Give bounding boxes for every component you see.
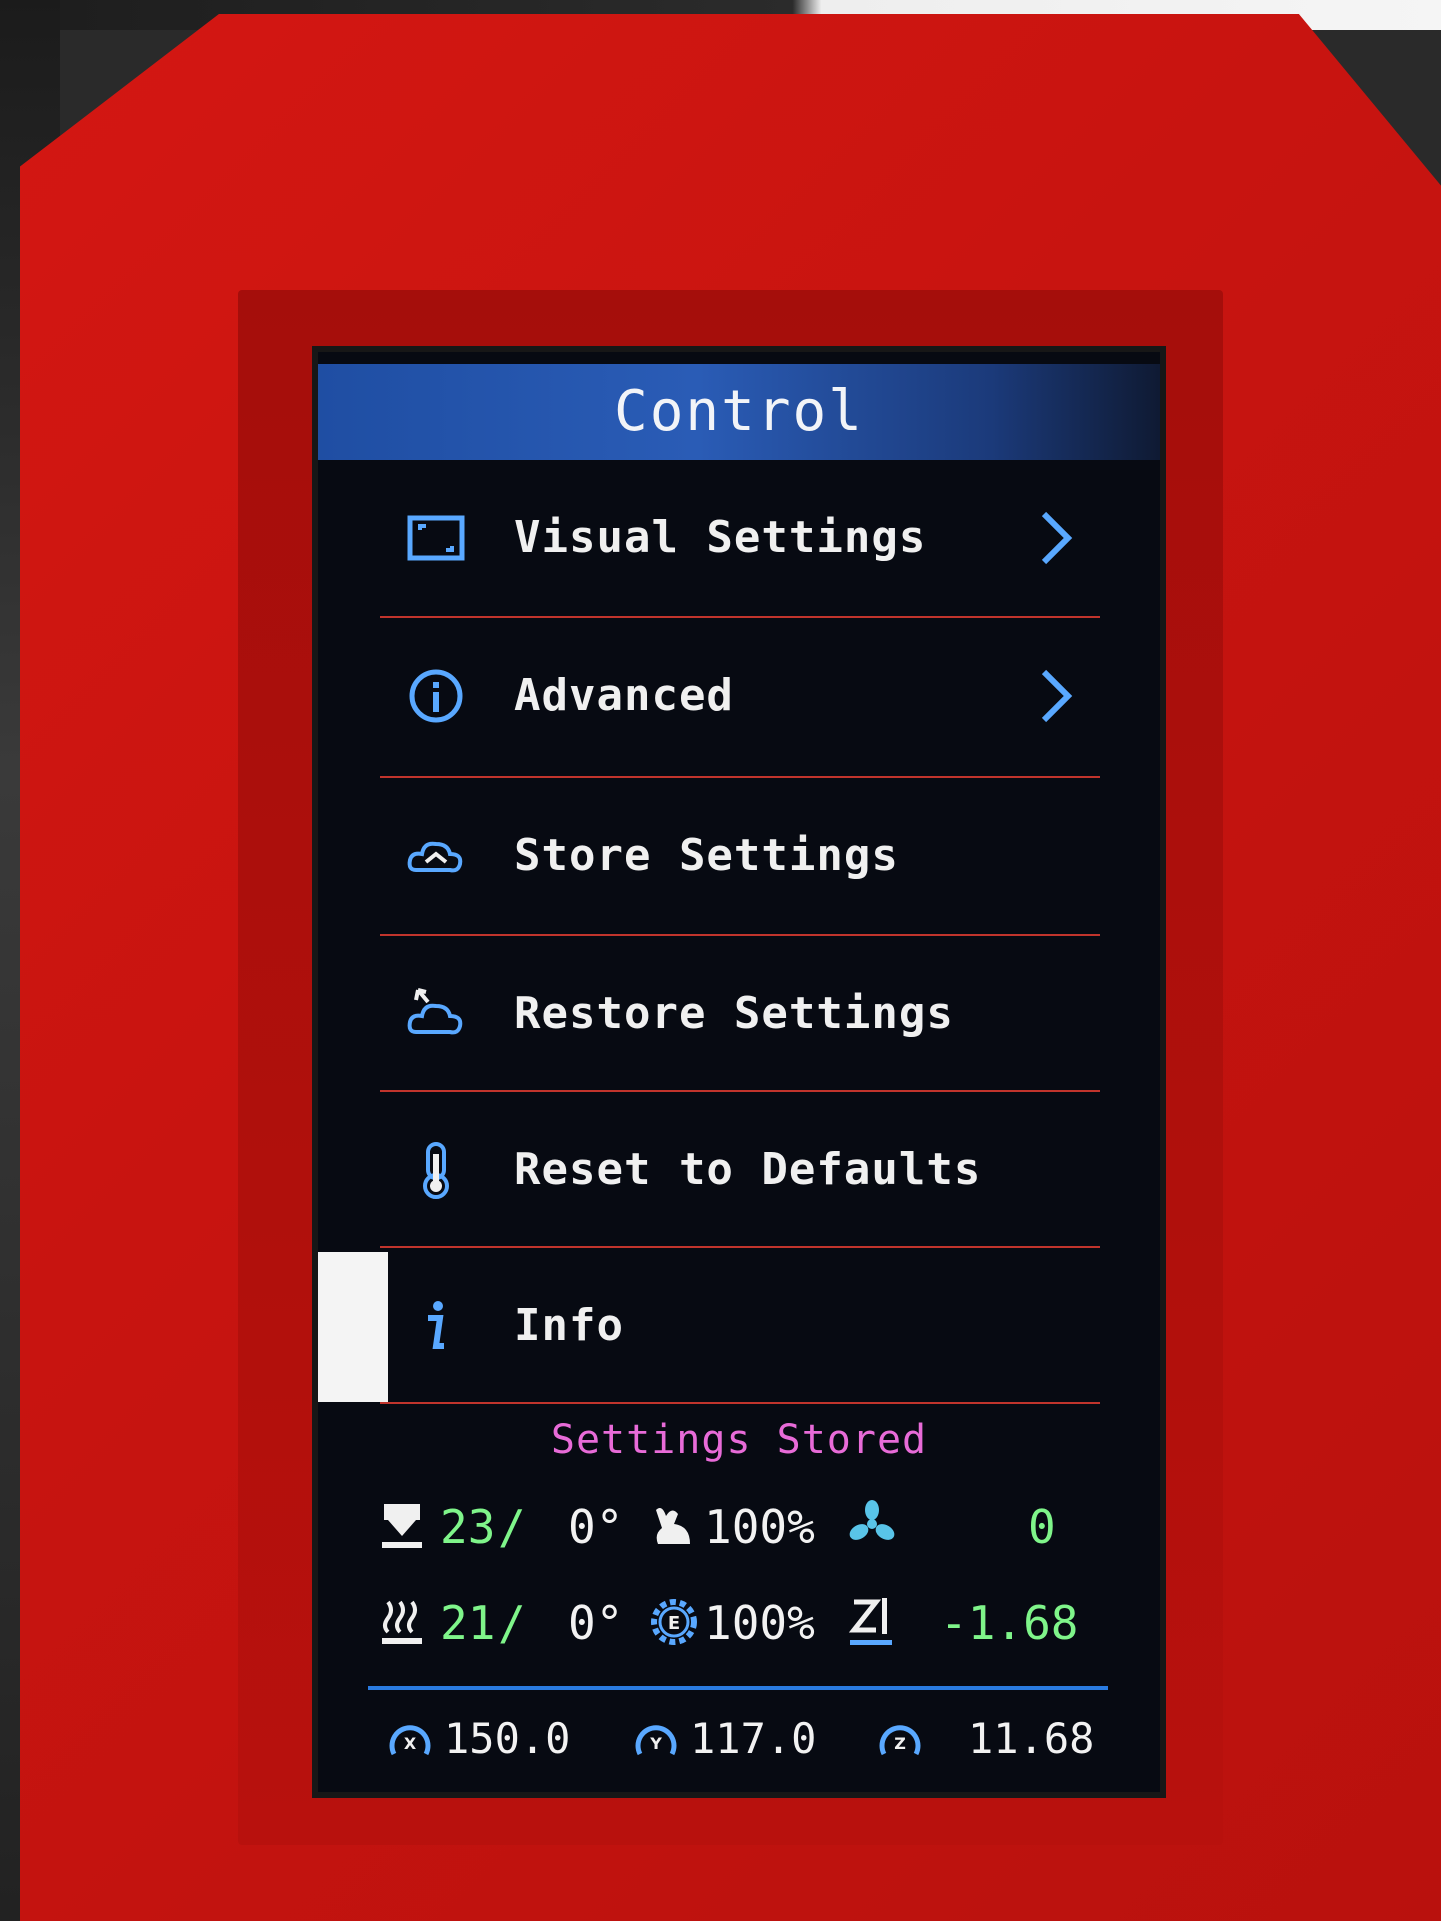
z-axis-icon: Z <box>878 1720 922 1764</box>
rabbit-speed-icon <box>648 1500 696 1556</box>
svg-text:E: E <box>668 1613 680 1634</box>
flow-value: 100% <box>704 1596 815 1650</box>
svg-text:X: X <box>404 1734 417 1753</box>
menu-item-reset-to-defaults[interactable]: Reset to Defaults <box>318 1092 1160 1247</box>
hotend-icon <box>380 1502 424 1554</box>
title-bar: Control <box>318 364 1160 460</box>
bed-target: 0° <box>568 1596 624 1650</box>
z-position: 11.68 <box>968 1714 1095 1763</box>
x-position: 150.0 <box>444 1714 571 1763</box>
temp-separator: / <box>498 1500 526 1554</box>
bed-temp: 21 <box>440 1596 496 1650</box>
info-icon <box>406 1296 466 1356</box>
svg-text:Z: Z <box>894 1734 906 1753</box>
flow-gear-icon: E <box>648 1596 700 1652</box>
chevron-right-icon <box>1036 668 1076 724</box>
menu-item-label: Reset to Defaults <box>514 1144 982 1195</box>
lcd-screen: Control Visual Settings Advanced Store S… <box>318 352 1160 1792</box>
feedrate-value: 100% <box>704 1500 815 1554</box>
z-offset-icon <box>848 1596 896 1652</box>
cloud-restore-icon <box>406 984 466 1044</box>
menu-item-advanced[interactable]: Advanced <box>318 618 1160 773</box>
bed-heat-icon <box>380 1598 424 1650</box>
hotend-temp: 23 <box>440 1500 496 1554</box>
menu-divider <box>380 1402 1100 1404</box>
menu-item-restore-settings[interactable]: Restore Settings <box>318 936 1160 1091</box>
menu-item-label: Advanced <box>514 670 734 721</box>
z-offset-value: -1.68 <box>940 1596 1079 1650</box>
fan-speed: 0 <box>1028 1500 1056 1554</box>
menu-item-label: Store Settings <box>514 830 899 881</box>
status-divider <box>368 1686 1108 1690</box>
thermometer-icon <box>406 1140 466 1200</box>
temp-separator: / <box>498 1596 526 1650</box>
y-position: 117.0 <box>690 1714 817 1763</box>
display-icon <box>406 508 466 568</box>
chevron-right-icon <box>1036 510 1076 566</box>
cloud-store-icon <box>406 826 466 886</box>
x-axis-icon: X <box>388 1720 432 1764</box>
status-message: Settings Stored <box>550 1417 928 1463</box>
svg-text:Y: Y <box>649 1734 662 1753</box>
menu-item-store-settings[interactable]: Store Settings <box>318 778 1160 933</box>
menu-item-visual-settings[interactable]: Visual Settings <box>318 460 1160 615</box>
y-axis-icon: Y <box>634 1720 678 1764</box>
info-circle-icon <box>406 666 466 726</box>
hotend-target: 0° <box>568 1500 624 1554</box>
fan-icon <box>848 1500 896 1552</box>
menu-item-info[interactable]: Info <box>318 1248 1160 1403</box>
menu-item-label: Info <box>514 1300 624 1351</box>
page-title: Control <box>613 379 864 444</box>
menu-item-label: Visual Settings <box>514 512 927 563</box>
menu-item-label: Restore Settings <box>514 988 954 1039</box>
